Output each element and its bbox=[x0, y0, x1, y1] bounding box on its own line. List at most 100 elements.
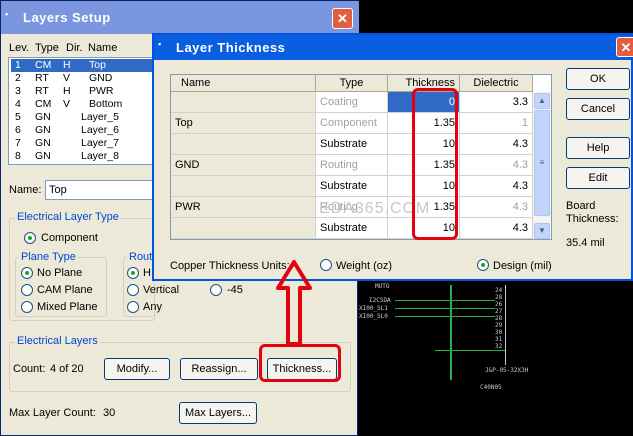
component-radio[interactable] bbox=[24, 232, 36, 244]
max-layer-count-label: Max Layer Count: bbox=[9, 407, 96, 419]
row-name bbox=[171, 176, 316, 197]
button-highlight-box bbox=[259, 344, 341, 382]
row-name: GND bbox=[171, 155, 316, 176]
app-icon: ▪ bbox=[5, 9, 9, 19]
dialog-title: Layer Thickness bbox=[176, 40, 286, 55]
grid-scrollbar[interactable]: ▲ ≡ ▼ bbox=[533, 92, 551, 239]
row-dielectric: 1 bbox=[460, 113, 533, 134]
scroll-down-icon[interactable]: ▼ bbox=[534, 223, 550, 239]
layer-name-input[interactable]: Top bbox=[45, 180, 155, 200]
close-icon[interactable]: ✕ bbox=[332, 8, 353, 29]
row-name bbox=[171, 134, 316, 155]
layer-row[interactable]: 6 GN Layer_6 bbox=[11, 124, 155, 137]
row-dielectric[interactable]: 4.3 bbox=[460, 218, 533, 239]
layer-row[interactable]: 3 RT H PWR bbox=[11, 85, 155, 98]
routing-title: Rout bbox=[127, 251, 155, 263]
reassign-button[interactable]: Reassign... bbox=[180, 358, 258, 380]
max-layers-button[interactable]: Max Layers... bbox=[179, 402, 257, 424]
board-thickness-label: Board Thickness: bbox=[566, 200, 619, 225]
row-name bbox=[171, 218, 316, 239]
row-dielectric[interactable]: 4.3 bbox=[460, 134, 533, 155]
header-type: Type bbox=[35, 42, 59, 54]
routing-any-radio[interactable] bbox=[127, 301, 139, 313]
units-label: Copper Thickness Units: bbox=[170, 260, 290, 272]
row-name: PWR bbox=[171, 197, 316, 218]
layer-row[interactable]: 7 GN Layer_7 bbox=[11, 137, 155, 150]
row-type: Substrate bbox=[316, 134, 388, 155]
design-mil-label: Design (mil) bbox=[493, 260, 552, 272]
layer-row[interactable]: 1 CM H Top bbox=[11, 59, 155, 72]
row-type: Routing bbox=[316, 155, 388, 176]
pin-number: 26 bbox=[495, 301, 503, 308]
max-layer-count-value: 30 bbox=[103, 407, 116, 419]
layer-row[interactable]: 8 GN Layer_8 bbox=[11, 150, 155, 163]
scroll-up-icon[interactable]: ▲ bbox=[534, 93, 550, 109]
up-arrow-icon bbox=[276, 260, 312, 346]
scroll-thumb[interactable]: ≡ bbox=[534, 110, 550, 216]
row-dielectric[interactable]: 3.3 bbox=[460, 92, 533, 113]
pin-number: 28 bbox=[495, 315, 503, 322]
weight-oz-label: Weight (oz) bbox=[336, 260, 393, 272]
electrical-layers-title: Electrical Layers bbox=[15, 335, 100, 347]
schematic-label: C40N05 bbox=[480, 384, 502, 391]
col-header-dielectric: Dielectric bbox=[460, 75, 533, 92]
row-name bbox=[171, 92, 316, 113]
layer-row[interactable]: 4 CM V Bottom bbox=[11, 98, 155, 111]
row-dielectric[interactable]: 4.3 bbox=[460, 176, 533, 197]
header-name: Name bbox=[88, 42, 118, 54]
layer-thickness-titlebar[interactable]: ▪ Layer Thickness ✕ bbox=[154, 35, 633, 60]
ok-button[interactable]: OK bbox=[566, 68, 630, 90]
pin-number: 24 bbox=[495, 287, 503, 294]
routing-vertical-label: Vertical bbox=[143, 284, 180, 296]
mixed-plane-label: Mixed Plane bbox=[37, 301, 98, 313]
schematic-label: J&P-05-32X3H bbox=[485, 367, 529, 374]
no-plane-radio[interactable] bbox=[21, 267, 33, 279]
layer-row[interactable]: 2 RT V GND bbox=[11, 72, 155, 85]
modify-button[interactable]: Modify... bbox=[104, 358, 170, 380]
schematic-label: I2CSDA bbox=[369, 297, 391, 304]
layer-thickness-dialog: ▪ Layer Thickness ✕ Name Type Thickness … bbox=[152, 33, 633, 281]
cam-plane-label: CAM Plane bbox=[37, 284, 93, 296]
name-label: Name: bbox=[9, 184, 42, 196]
count-value: 4 of 20 bbox=[50, 363, 84, 375]
electrical-type-title: Electrical Layer Type bbox=[15, 211, 121, 223]
schematic-label: MUTO bbox=[375, 283, 390, 290]
layer-list[interactable]: 1 CM H Top 2 RT V GND 3 RT H PWR 4 CM V Bottom 5 GN La… bbox=[8, 57, 156, 165]
header-lev: Lev. bbox=[9, 42, 29, 54]
pin-number: 27 bbox=[495, 308, 503, 315]
window-title: Layers Setup bbox=[23, 10, 111, 25]
routing-vertical-radio[interactable] bbox=[127, 284, 139, 296]
layer-row[interactable]: 5 GN Layer_5 bbox=[11, 111, 155, 124]
col-header-type: Type bbox=[316, 75, 388, 92]
routing-any-label: Any bbox=[143, 301, 162, 313]
pin-number: 28 bbox=[495, 294, 503, 301]
col-header-name: Name bbox=[171, 75, 316, 92]
component-radio-label: Component bbox=[41, 232, 98, 244]
thickness-highlight-box bbox=[412, 88, 458, 240]
cancel-button[interactable]: Cancel bbox=[566, 98, 630, 120]
schematic-label: XI00_SL1 bbox=[359, 305, 388, 312]
design-mil-radio[interactable] bbox=[477, 259, 489, 271]
header-dir: Dir. bbox=[66, 42, 83, 54]
schematic-label: XI00_SL0 bbox=[359, 313, 388, 320]
routing-45-radio[interactable] bbox=[210, 284, 222, 296]
pin-number: 31 bbox=[495, 336, 503, 343]
help-button[interactable]: Help bbox=[566, 137, 630, 159]
cam-plane-radio[interactable] bbox=[21, 284, 33, 296]
count-label: Count: bbox=[13, 363, 46, 375]
no-plane-label: No Plane bbox=[37, 267, 83, 279]
weight-oz-radio[interactable] bbox=[320, 259, 332, 271]
close-icon[interactable]: ✕ bbox=[616, 37, 633, 57]
routing-h-radio[interactable] bbox=[127, 267, 139, 279]
pin-number: 29 bbox=[495, 322, 503, 329]
pin-number: 32 bbox=[495, 343, 503, 350]
board-thickness-value: 35.4 mil bbox=[566, 237, 605, 249]
layers-setup-titlebar[interactable]: ▪ Layers Setup ✕ bbox=[1, 1, 359, 34]
row-dielectric: 4.3 bbox=[460, 155, 533, 176]
row-type: Coating bbox=[316, 92, 388, 113]
row-type: Substrate bbox=[316, 218, 388, 239]
edit-button[interactable]: Edit bbox=[566, 167, 630, 189]
app-icon: ▪ bbox=[158, 39, 162, 49]
mixed-plane-radio[interactable] bbox=[21, 301, 33, 313]
row-name: Top bbox=[171, 113, 316, 134]
